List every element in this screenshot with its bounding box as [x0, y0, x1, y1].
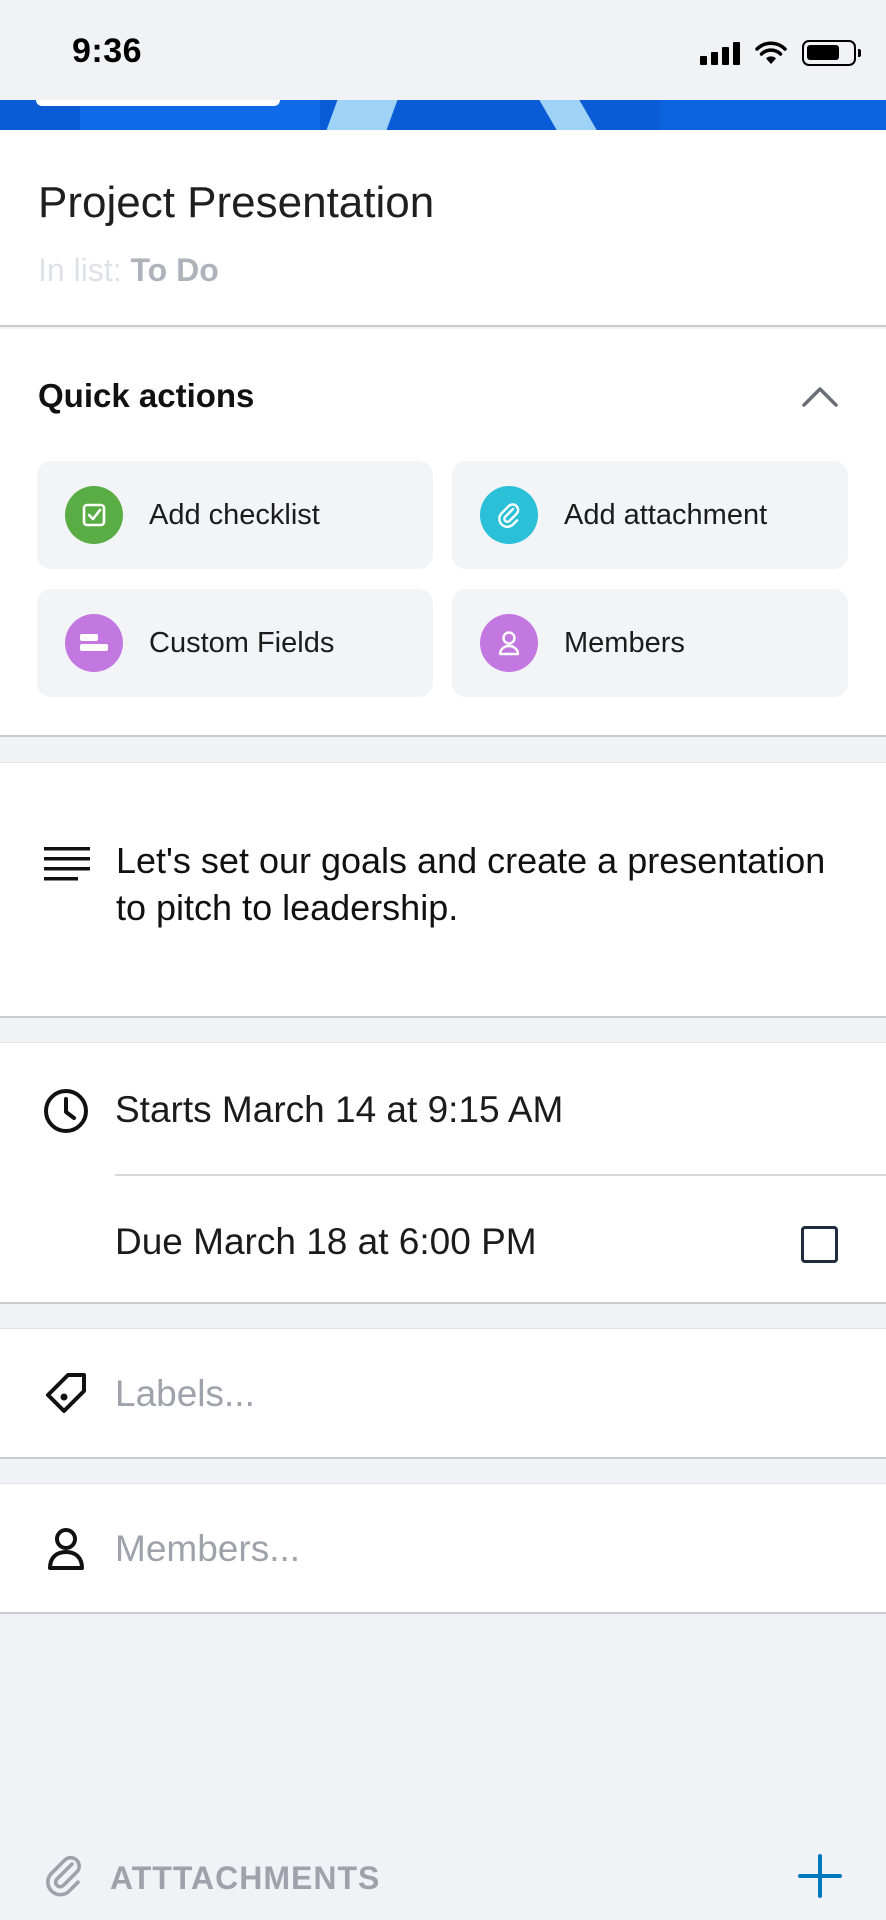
- start-date-row[interactable]: Starts March 14 at 9:15 AM: [0, 1043, 886, 1174]
- description-lines-icon: [44, 847, 90, 881]
- card-title[interactable]: Project Presentation: [38, 178, 434, 228]
- custom-fields-label: Custom Fields: [149, 626, 335, 659]
- row-divider: [115, 1174, 886, 1176]
- custom-fields-icon: [65, 614, 123, 672]
- person-icon: [480, 614, 538, 672]
- in-list-label: In list: To Do: [38, 252, 219, 289]
- attachments-label: ATTTACHMENTS: [110, 1860, 381, 1896]
- add-checklist-button[interactable]: Add checklist: [37, 461, 433, 569]
- labels-placeholder: Labels...: [115, 1373, 255, 1414]
- start-date-text: Starts March 14 at 9:15 AM: [115, 1089, 564, 1130]
- clock-icon: [44, 1089, 88, 1133]
- members-button[interactable]: Members: [452, 589, 848, 697]
- attachments-header: ATTTACHMENTS: [0, 1840, 886, 1920]
- label-tag-icon: [46, 1373, 86, 1413]
- in-list-prefix: In list:: [38, 252, 131, 288]
- status-bar: 9:36: [0, 0, 886, 100]
- due-date-text[interactable]: Due March 18 at 6:00 PM: [115, 1221, 537, 1263]
- status-icons: [700, 40, 861, 66]
- battery-icon: [802, 40, 861, 66]
- cellular-signal-icon: [700, 41, 740, 65]
- description-section[interactable]: Let's set our goals and create a present…: [0, 762, 886, 1018]
- members-row[interactable]: Members...: [0, 1483, 886, 1614]
- add-attachment-button[interactable]: Add attachment: [452, 461, 848, 569]
- card-header: Project Presentation In list: To Do: [0, 130, 886, 327]
- member-person-icon: [48, 1528, 84, 1570]
- add-attachment-label: Add attachment: [564, 498, 768, 531]
- card-detail-screen: 9:36 Project Presentation In list: To Do: [0, 0, 886, 1920]
- status-time: 9:36: [72, 32, 143, 70]
- list-name[interactable]: To Do: [130, 252, 218, 288]
- labels-row[interactable]: Labels...: [0, 1328, 886, 1459]
- add-attachment-plus-icon[interactable]: [796, 1852, 844, 1900]
- chevron-up-icon[interactable]: [800, 381, 840, 411]
- attachment-paperclip-icon: [46, 1855, 81, 1897]
- due-complete-checkbox[interactable]: [801, 1226, 838, 1263]
- checklist-icon: [65, 486, 123, 544]
- members-label: Members: [564, 626, 685, 659]
- paperclip-icon: [480, 486, 538, 544]
- description-text: Let's set our goals and create a present…: [116, 840, 826, 928]
- dates-section: Starts March 14 at 9:15 AM Due March 18 …: [0, 1042, 886, 1304]
- custom-fields-button[interactable]: Custom Fields: [37, 589, 433, 697]
- card-cover-image: [0, 100, 886, 130]
- quick-actions-title: Quick actions: [38, 377, 255, 414]
- quick-actions-section: Quick actions Add checklist Add attachme…: [0, 329, 886, 737]
- wifi-icon: [755, 41, 787, 64]
- add-checklist-label: Add checklist: [149, 498, 320, 531]
- members-placeholder: Members...: [115, 1528, 301, 1569]
